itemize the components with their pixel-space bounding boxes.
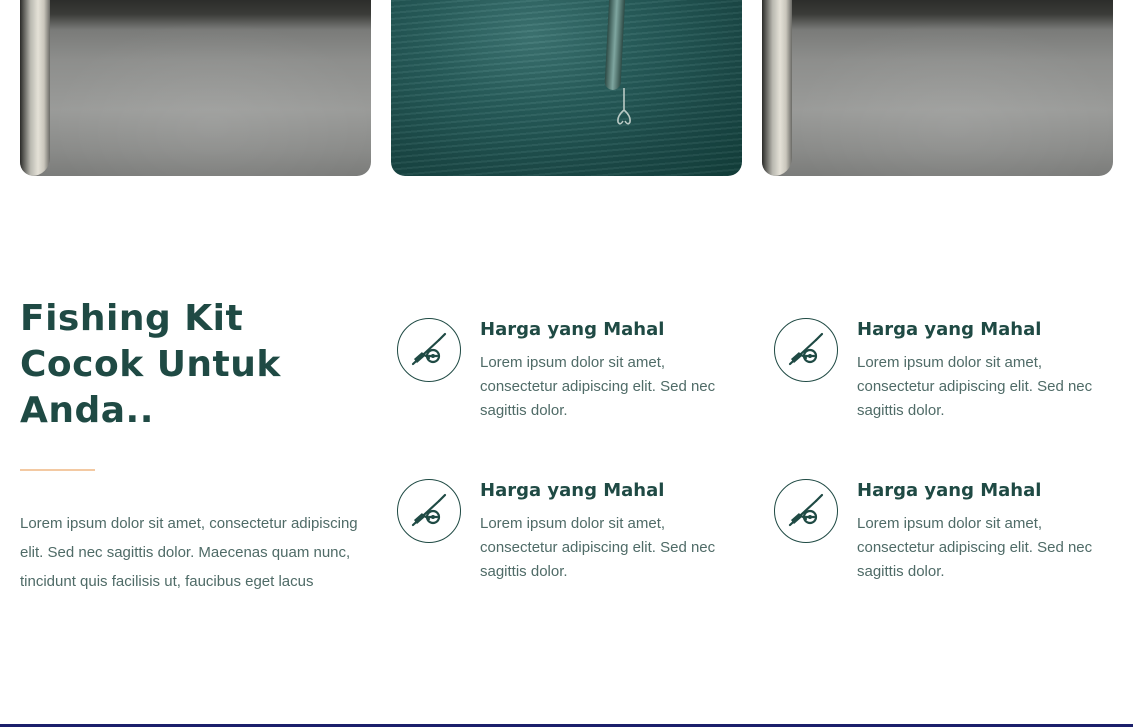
feature-title: Harga yang Mahal [480, 319, 665, 340]
gallery-image-1[interactable] [20, 0, 371, 176]
fishing-rod-icon [774, 318, 838, 382]
image-gallery-row [20, 0, 1113, 176]
feature-item: Harga yang Mahal Lorem ipsum dolor sit a… [774, 479, 1114, 599]
fishing-rod-icon [774, 479, 838, 543]
intro-block: Fishing Kit Cocok Untuk Anda.. [20, 296, 370, 434]
section-heading: Fishing Kit Cocok Untuk Anda.. [20, 298, 281, 431]
heading-divider [20, 469, 95, 471]
gallery-image-2[interactable] [391, 0, 742, 176]
feature-title: Harga yang Mahal [857, 319, 1042, 340]
feature-description: Lorem ipsum dolor sit amet, consectetur … [480, 354, 716, 419]
feature-title: Harga yang Mahal [857, 480, 1042, 501]
feature-item: Harga yang Mahal Lorem ipsum dolor sit a… [397, 479, 737, 599]
fishing-lure-shape [604, 0, 626, 91]
feature-description: Lorem ipsum dolor sit amet, consectetur … [857, 515, 1093, 580]
fishing-rod-icon [397, 479, 461, 543]
fishing-hook-icon [617, 88, 631, 125]
feature-item: Harga yang Mahal Lorem ipsum dolor sit a… [774, 318, 1114, 438]
sleeve-shape [762, 0, 792, 176]
feature-title: Harga yang Mahal [480, 480, 665, 501]
sleeve-shape [20, 0, 50, 176]
intro-paragraph: Lorem ipsum dolor sit amet, consectetur … [20, 515, 358, 590]
gallery-image-3[interactable] [762, 0, 1113, 176]
feature-description: Lorem ipsum dolor sit amet, consectetur … [480, 515, 716, 580]
fishing-rod-icon [397, 318, 461, 382]
feature-item: Harga yang Mahal Lorem ipsum dolor sit a… [397, 318, 737, 438]
feature-description: Lorem ipsum dolor sit amet, consectetur … [857, 354, 1093, 419]
